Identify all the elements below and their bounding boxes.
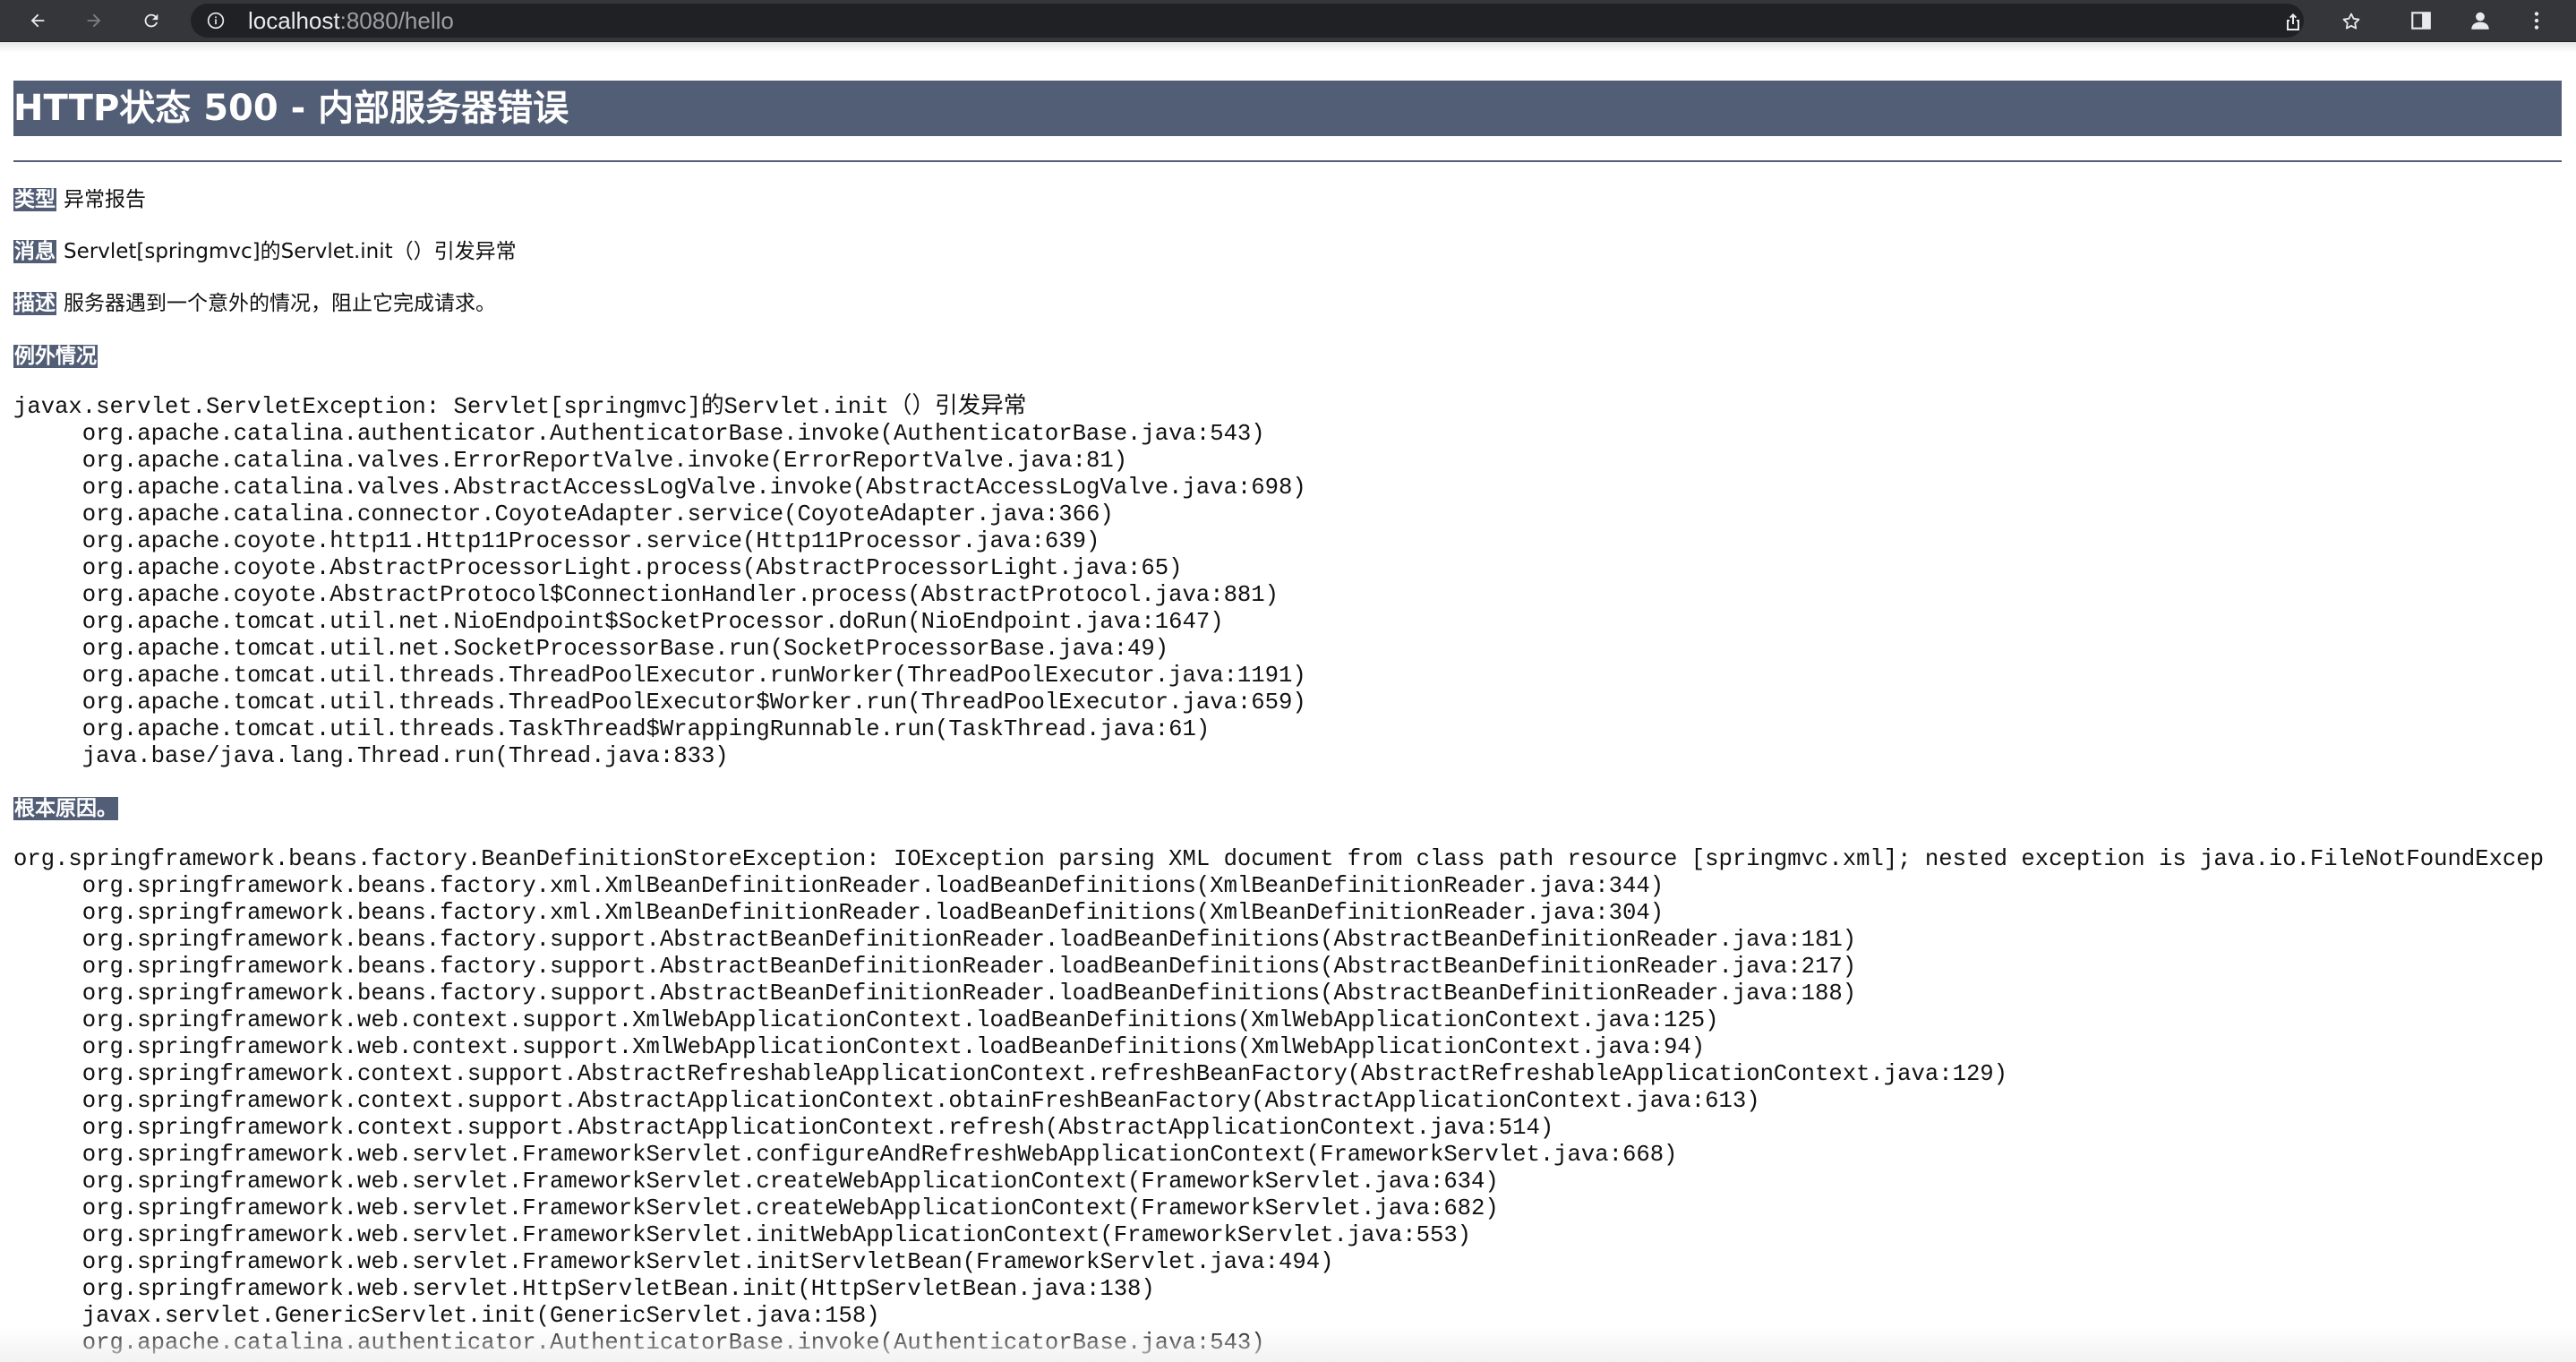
page-title: HTTP状态 500 - 内部服务器错误	[13, 81, 2562, 136]
browser-toolbar: localhost:8080/hello	[0, 0, 2576, 42]
type-label: 类型	[13, 188, 56, 211]
address-bar[interactable]: localhost:8080/hello	[191, 4, 2360, 38]
message-value: Servlet[springmvc]的Servlet.init（）引发异常	[64, 240, 517, 263]
url-text: localhost:8080/hello	[248, 7, 454, 34]
side-panel-button[interactable]	[2405, 4, 2437, 37]
menu-kebab-icon	[2534, 12, 2539, 30]
scroll-fade	[0, 1326, 2576, 1362]
profile-icon	[2471, 12, 2489, 30]
description-field: 描述 服务器遇到一个意外的情况，阻止它完成请求。	[13, 289, 2562, 318]
divider	[13, 160, 2562, 162]
message-field: 消息 Servlet[springmvc]的Servlet.init（）引发异常	[13, 237, 2562, 266]
url-host: localhost	[248, 7, 340, 34]
share-button[interactable]	[2280, 8, 2306, 35]
description-value: 服务器遇到一个意外的情况，阻止它完成请求。	[64, 292, 496, 315]
profile-button[interactable]	[2464, 4, 2496, 37]
side-panel-icon	[2411, 12, 2431, 30]
reload-button[interactable]	[135, 4, 167, 37]
bookmark-button[interactable]	[2338, 8, 2365, 35]
root-cause-stack-trace: org.springframework.beans.factory.BeanDe…	[13, 846, 2545, 1356]
root-cause-label: 根本原因。	[13, 797, 118, 820]
root-cause-section: 根本原因。	[13, 793, 2562, 823]
type-field: 类型 异常报告	[13, 185, 2562, 214]
message-label: 消息	[13, 240, 56, 263]
error-page: HTTP状态 500 - 内部服务器错误 类型 异常报告 消息 Servlet[sp…	[13, 81, 2562, 1357]
toolbar-shadow	[0, 42, 2576, 53]
exception-section: 例外情况	[13, 341, 2562, 371]
bookmark-star-icon	[2342, 13, 2360, 30]
reload-icon	[144, 13, 158, 28]
menu-button[interactable]	[2520, 4, 2553, 37]
forward-icon	[87, 13, 101, 28]
exception-label: 例外情况	[13, 345, 98, 368]
info-icon[interactable]	[207, 12, 225, 30]
url-path: :8080/hello	[339, 7, 454, 34]
back-icon	[30, 13, 45, 28]
description-label: 描述	[13, 292, 56, 315]
forward-button[interactable]	[78, 4, 110, 37]
exception-stack-trace: javax.servlet.ServletException: Servlet[…	[13, 394, 1306, 769]
type-value: 异常报告	[64, 188, 146, 211]
back-button[interactable]	[21, 4, 54, 37]
share-icon	[2287, 13, 2299, 30]
